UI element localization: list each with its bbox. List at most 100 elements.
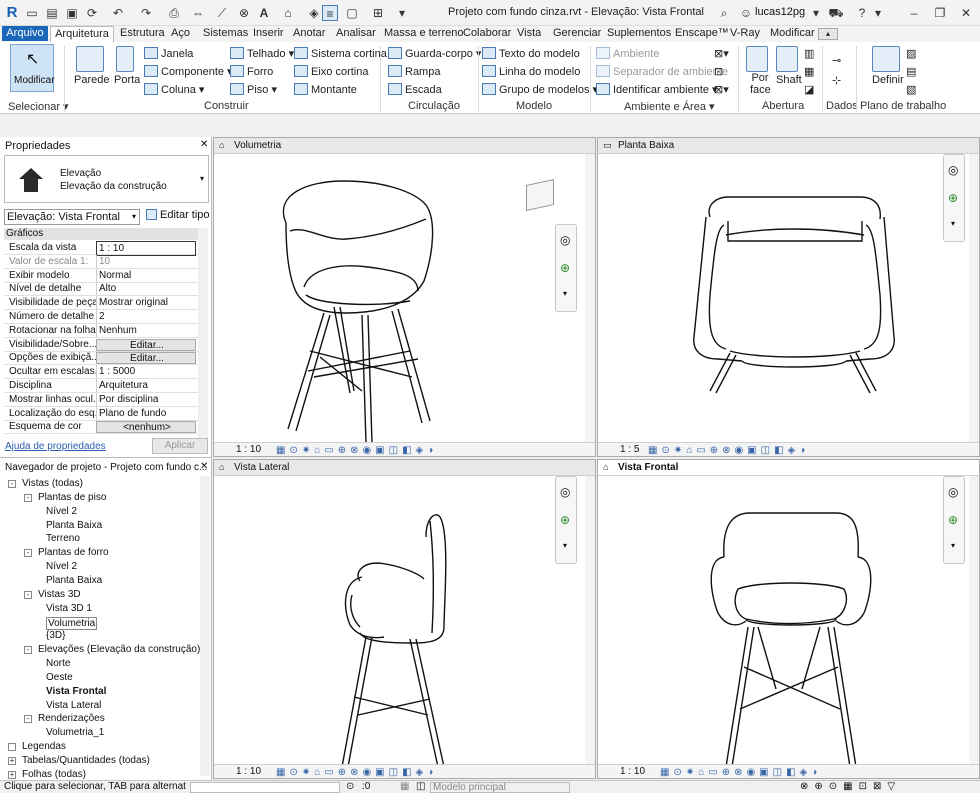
tab-aco[interactable]: Aço (171, 27, 190, 39)
steering-wheel-icon[interactable]: ◎ (560, 485, 570, 499)
tree-toggle-icon[interactable]: - (24, 646, 32, 655)
user-dropdown-icon[interactable]: ▾ (808, 5, 824, 21)
vertical-opening-icon[interactable]: ▦ (804, 65, 814, 78)
type-selector[interactable]: Elevação Elevação da construção ▾ (4, 155, 209, 203)
browser-item[interactable]: Legendas (22, 741, 66, 752)
edit-type-button[interactable]: Editar tipo (146, 209, 210, 221)
property-row[interactable]: Visibilidade de peças Mostrar original (4, 296, 198, 311)
tab-vray[interactable]: V-Ray (730, 27, 760, 39)
browser-item[interactable]: {3D} (46, 630, 65, 641)
ref-plane-icon[interactable]: ▤ (906, 65, 916, 78)
zoom-icon[interactable]: ⊕ (560, 261, 570, 275)
browser-item[interactable]: Planta Baixa (46, 520, 102, 531)
tree-toggle-icon[interactable]: - (24, 493, 32, 502)
property-value[interactable]: Arquitetura (96, 379, 196, 392)
tree-toggle-icon[interactable] (8, 743, 16, 752)
viewport-scrollbar[interactable] (969, 154, 979, 442)
browser-item[interactable]: Vistas (todas) (22, 478, 83, 489)
chevron-down-icon[interactable]: ▾ (563, 289, 567, 298)
property-value[interactable]: Plano de fundo (96, 406, 196, 420)
chevron-down-icon[interactable]: ▾ (951, 219, 955, 228)
browser-item[interactable]: Nível 2 (46, 506, 77, 517)
design-options-icon[interactable]: ▦ (400, 781, 409, 793)
property-row[interactable]: Disciplina Arquitetura (4, 379, 198, 393)
thin-lines-icon[interactable]: ≡ (322, 5, 338, 21)
browser-item[interactable]: Volumetria_1 (46, 727, 104, 738)
tab-vista[interactable]: Vista (517, 27, 541, 39)
browser-item[interactable]: Vista Frontal (46, 686, 106, 697)
view-scale[interactable]: 1 : 5 (620, 444, 639, 455)
view-control-icons[interactable]: ▦⊙✷⌂▭⊕⊗◉▣◫◧◈◑ (276, 444, 437, 456)
browser-item[interactable]: Oeste (46, 672, 73, 683)
viewer-icon[interactable]: ▧ (906, 83, 916, 96)
roof-button[interactable]: Telhado ▾ (230, 47, 294, 60)
area-icon[interactable]: ⊠▾ (714, 47, 729, 60)
filter-icon[interactable]: ◫ (416, 781, 425, 793)
dormer-icon[interactable]: ◪ (804, 83, 814, 96)
property-row[interactable]: Mostrar linhas ocul... Por disciplina (4, 392, 198, 407)
user-name[interactable]: lucas12pg (755, 6, 805, 18)
viewport-scrollbar[interactable] (585, 154, 595, 442)
tab-anotar[interactable]: Anotar (293, 27, 325, 39)
browser-item[interactable]: Nível 2 (46, 561, 77, 572)
user-icon[interactable]: ☺ (738, 5, 754, 21)
property-value[interactable]: Normal (96, 268, 196, 282)
tab-sistemas[interactable]: Sistemas (203, 27, 248, 39)
tab-enscape[interactable]: Enscape™ (675, 27, 729, 39)
column-button[interactable]: Coluna ▾ (144, 83, 204, 96)
tab-arquitetura[interactable]: Arquitetura (50, 26, 114, 42)
level-icon[interactable]: ⊸ (832, 54, 841, 67)
viewport-title[interactable]: Planta Baixa (598, 138, 979, 154)
selection-toggle-icons[interactable]: ⊗⊕⊙▦⊡⊠▽ (800, 781, 901, 793)
chevron-down-icon[interactable]: ▾ (951, 541, 955, 550)
viewport-planta-baixa[interactable]: Planta Baixa ▭ ◎ ⊕ ▾ 1 : 5 ▦⊙✷⌂▭⊕⊗◉▣◫◧◈◑ (597, 137, 980, 457)
tab-arquivo[interactable]: Arquivo (2, 26, 48, 41)
property-row[interactable]: Valor de escala 1: 10 (4, 254, 198, 269)
instance-filter-select[interactable]: Elevação: Vista Frontal ▾ (4, 209, 140, 225)
browser-scrollbar[interactable] (200, 476, 210, 776)
property-row[interactable]: Visibilidade/Sobre... Editar... (4, 338, 198, 352)
close-hidden-icon[interactable]: ▢ (344, 5, 360, 21)
folder-icon[interactable]: ▤ (44, 5, 60, 21)
property-value[interactable]: Editar... (96, 352, 196, 365)
tag-icon[interactable]: ⊗ (236, 5, 252, 21)
cart-icon[interactable]: ⛟ (828, 5, 844, 21)
tab-massa-terreno[interactable]: Massa e terreno (384, 27, 463, 39)
property-row[interactable]: Escala da vista 1 : 10 (4, 241, 198, 256)
navigation-bar[interactable]: ◎ ⊕ ▾ (943, 154, 965, 242)
viewport-scrollbar[interactable] (585, 476, 595, 764)
steering-wheel-icon[interactable]: ◎ (560, 233, 570, 247)
help-dropdown-icon[interactable]: ▾ (870, 5, 886, 21)
viewport-vista-lateral[interactable]: Vista Lateral ⌂ ◎ ⊕ ▾ 1 : 10 ▦⊙✷⌂▭⊕⊗◉▣◫◧… (213, 459, 596, 779)
browser-item[interactable]: Vista 3D 1 (46, 603, 92, 614)
mullion-button[interactable]: Montante (294, 83, 357, 96)
floor-button[interactable]: Piso ▾ (230, 83, 277, 96)
section-icon[interactable]: ◈ (306, 5, 322, 21)
browser-item[interactable]: Volumetria (46, 616, 98, 630)
railing-button[interactable]: Guarda-corpo ▾ (388, 47, 481, 60)
tab-modificar[interactable]: Modificar (770, 27, 815, 39)
status-input[interactable] (190, 782, 340, 793)
close-panel-icon[interactable]: ✕ (200, 139, 208, 150)
undo-icon[interactable]: ↶ (110, 5, 126, 21)
property-row[interactable]: Rotacionar na folha Nenhum (4, 323, 198, 338)
active-model-select[interactable]: Modelo principal (430, 782, 570, 793)
curtain-grid-button[interactable]: Eixo cortina (294, 65, 368, 78)
stair-button[interactable]: Escada (388, 83, 442, 96)
property-value[interactable]: Por disciplina (96, 392, 196, 406)
property-value[interactable]: <nenhum> (96, 421, 196, 434)
property-value[interactable]: Mostrar original (96, 296, 196, 310)
customize-qat-icon[interactable]: ▾ (394, 5, 410, 21)
tree-toggle-icon[interactable]: + (8, 757, 16, 765)
view-scale[interactable]: 1 : 10 (236, 444, 261, 455)
tree-toggle-icon[interactable]: - (24, 715, 32, 724)
measure-icon[interactable]: ⇔ (190, 5, 206, 21)
view-control-icons[interactable]: ▦⊙✷⌂▭⊕⊗◉▣◫◧◈◑ (660, 766, 821, 778)
wall-opening-icon[interactable]: ▥ (804, 47, 814, 60)
3d-view-icon[interactable]: ⌂ (280, 5, 296, 21)
model-text-button[interactable]: Texto do modelo (482, 47, 580, 60)
ramp-button[interactable]: Rampa (388, 65, 440, 78)
dimension-icon[interactable]: ⟋ (214, 5, 230, 21)
zoom-icon[interactable]: ⊕ (560, 513, 570, 527)
graphics-section-header[interactable]: Gráficos (4, 228, 198, 240)
